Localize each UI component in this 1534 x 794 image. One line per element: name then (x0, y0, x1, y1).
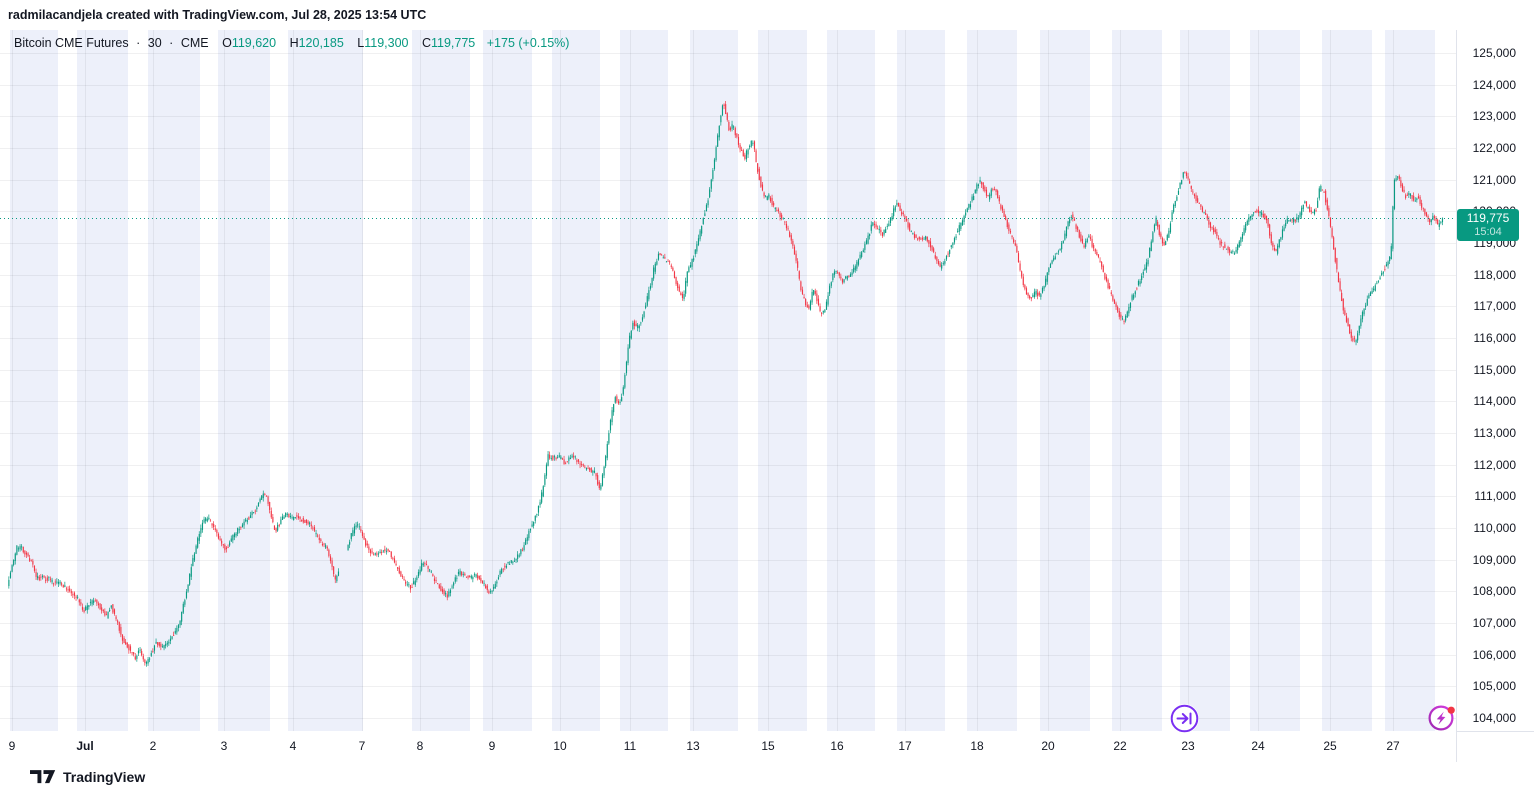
bar-countdown: 15:04 (1457, 226, 1519, 239)
price-axis-label: 121,000 (1473, 173, 1516, 187)
time-axis[interactable]: 9Jul23478910111315161718202223242527 (0, 731, 1456, 762)
price-axis[interactable]: 119,775 15:04 125,000 124,000 123,000 122,0… (1456, 0, 1534, 762)
low-value: 119,300 (364, 36, 408, 50)
price-axis-border (1456, 30, 1457, 762)
flash-icon (1427, 703, 1457, 733)
time-axis-label: 8 (417, 739, 424, 753)
time-axis-label: 16 (830, 739, 843, 753)
high-label: H (290, 36, 299, 50)
price-axis-label: 124,000 (1473, 78, 1516, 92)
time-axis-label: 11 (624, 739, 636, 753)
price-axis-label: 115,000 (1474, 363, 1517, 377)
time-axis-label: 9 (9, 739, 16, 753)
exchange-name: CME (181, 36, 209, 50)
time-axis-label: 15 (761, 739, 774, 753)
time-axis-label: 22 (1113, 739, 1126, 753)
go-to-realtime-icon (1170, 704, 1199, 733)
ohlc-low: L119,300 (357, 36, 408, 50)
price-axis-label: 116,000 (1474, 331, 1517, 345)
tradingview-snapshot: radmilacandjela created with TradingView… (0, 0, 1534, 794)
ohlc-high: H120,185 (290, 36, 344, 50)
price-axis-label: 114,000 (1474, 394, 1517, 408)
price-axis-label: 123,000 (1473, 109, 1516, 123)
time-axis-label: 10 (553, 739, 566, 753)
time-axis-label: 4 (290, 739, 297, 753)
time-axis-label: 23 (1181, 739, 1194, 753)
symbol-name[interactable]: Bitcoin CME Futures (14, 36, 129, 50)
tradingview-logo[interactable]: TradingView (30, 769, 145, 785)
price-axis-label: 109,000 (1473, 553, 1516, 567)
price-axis-label: 122,000 (1473, 141, 1516, 155)
tradingview-logo-icon (30, 769, 56, 785)
close-value: 119,775 (431, 36, 475, 50)
high-value: 120,185 (299, 36, 344, 50)
price-axis-label: 113,000 (1474, 426, 1517, 440)
price-axis-label: 112,000 (1474, 458, 1517, 472)
time-axis-label: 24 (1251, 739, 1264, 753)
candlestick-chart[interactable] (0, 0, 1456, 762)
open-value: 119,620 (232, 36, 276, 50)
chart-area: Bitcoin CME Futures · 30 · CME O119,620 … (0, 0, 1534, 794)
close-label: C (422, 36, 431, 50)
chart-legend: Bitcoin CME Futures · 30 · CME O119,620 … (14, 36, 569, 50)
open-label: O (222, 36, 232, 50)
brand-name: TradingView (63, 769, 145, 785)
price-axis-label: 117,000 (1474, 299, 1517, 313)
time-axis-label: 9 (489, 739, 496, 753)
time-axis-label: Jul (76, 739, 93, 753)
last-price-badge[interactable]: 119,775 15:04 (1457, 209, 1519, 241)
legend-separator: · (169, 36, 173, 50)
time-axis-label: 20 (1041, 739, 1054, 753)
time-axis-label: 27 (1386, 739, 1399, 753)
change-value: +175 (+0.15%) (487, 36, 570, 50)
price-axis-label: 105,000 (1473, 679, 1516, 693)
time-axis-label: 18 (970, 739, 983, 753)
price-axis-label: 106,000 (1473, 648, 1516, 662)
price-axis-label: 108,000 (1473, 584, 1516, 598)
time-axis-label: 25 (1323, 739, 1336, 753)
time-axis-label: 17 (898, 739, 911, 753)
last-price-value: 119,775 (1457, 211, 1519, 226)
price-axis-label: 118,000 (1474, 268, 1517, 282)
price-axis-label: 110,000 (1474, 521, 1517, 535)
price-axis-label: 111,000 (1474, 489, 1516, 503)
time-axis-label: 3 (221, 739, 228, 753)
ohlc-open: O119,620 (222, 36, 276, 50)
ohlc-close: C119,775 (422, 36, 475, 50)
time-axis-label: 13 (686, 739, 699, 753)
price-axis-label: 125,000 (1473, 46, 1516, 60)
footer: TradingView (0, 762, 1534, 794)
go-to-realtime-button[interactable] (1170, 704, 1199, 733)
price-axis-label: 104,000 (1473, 711, 1516, 725)
price-axis-label: 107,000 (1473, 616, 1516, 630)
time-axis-label: 7 (359, 739, 366, 753)
time-axis-label: 2 (150, 739, 157, 753)
interval-value[interactable]: 30 (148, 36, 162, 50)
flash-alert-button[interactable] (1427, 703, 1457, 733)
legend-separator: · (136, 36, 140, 50)
alert-dot (1448, 707, 1455, 714)
